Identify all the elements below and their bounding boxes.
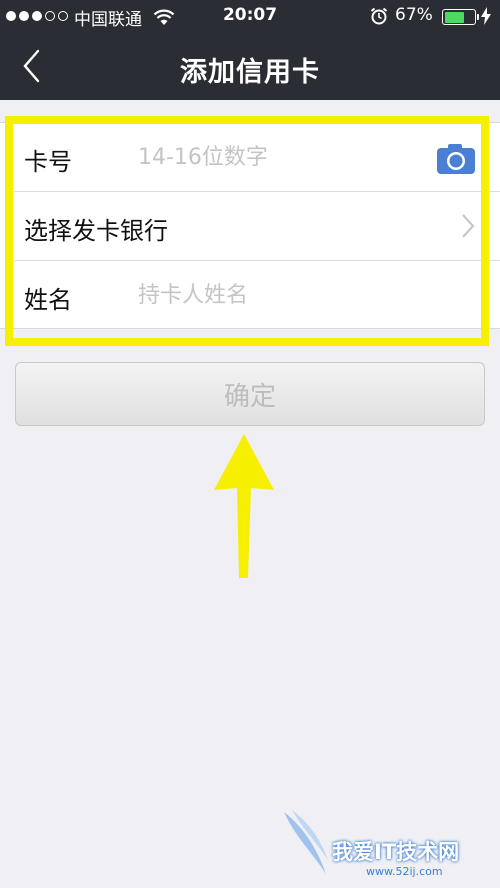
alarm-clock-icon [370, 7, 388, 25]
status-bar: 中国联通 20:07 67% [0, 0, 500, 34]
battery-percentage: 67% [395, 5, 433, 25]
charging-bolt-icon [481, 7, 491, 25]
page-title: 添加信用卡 [180, 57, 320, 88]
confirm-button[interactable]: 确定 [15, 362, 485, 426]
annotation-highlight-box [5, 116, 489, 346]
header: 中国联通 20:07 67% 添加信用卡 [0, 0, 500, 100]
watermark-text: 我爱IT技术网 [332, 840, 460, 864]
annotation-arrow-icon [214, 434, 274, 578]
battery-icon [442, 9, 479, 25]
watermark-url: www.52ij.com [366, 865, 443, 878]
